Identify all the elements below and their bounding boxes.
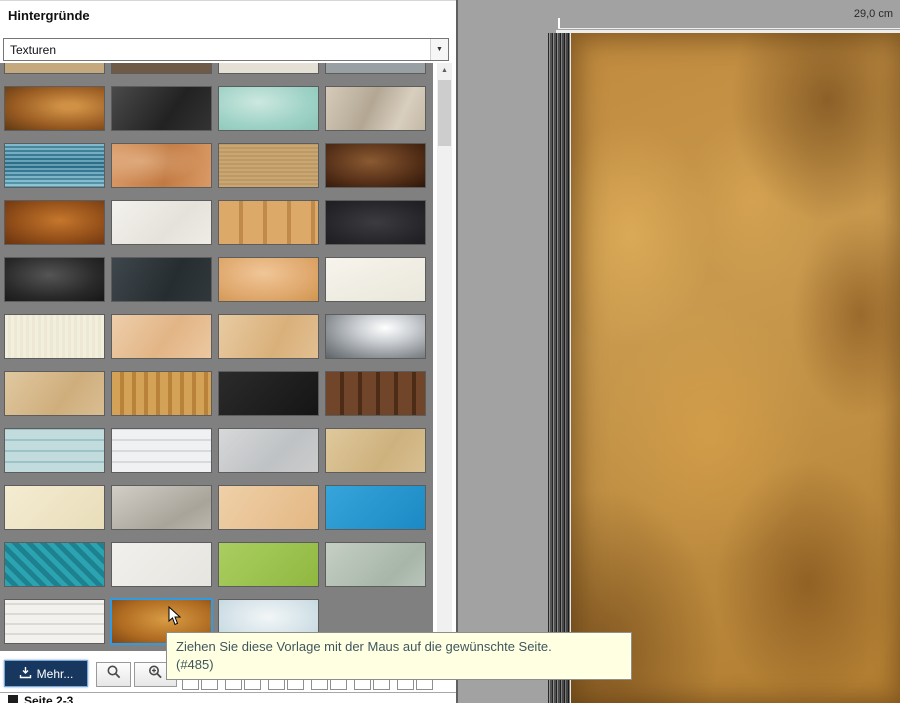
ruler-tick [558, 18, 560, 28]
texture-swatch-aqua-plaster[interactable] [219, 87, 318, 130]
texture-swatch-black-speckled[interactable] [326, 201, 425, 244]
texture-swatch-crumpled-paper[interactable] [326, 87, 425, 130]
mouse-cursor [168, 606, 182, 631]
texture-swatch-charcoal-slate[interactable] [112, 258, 211, 301]
texture-swatch-blue-wood-planks[interactable] [5, 429, 104, 472]
texture-swatch-white-planks[interactable] [5, 600, 104, 643]
book-spine-pages [548, 33, 570, 703]
texture-swatch-burlap-linen[interactable] [219, 144, 318, 187]
texture-swatch-khaki-canvas[interactable] [326, 429, 425, 472]
texture-swatch-silver-metal-shine[interactable] [326, 315, 425, 358]
texture-swatch-dark-wood-grain[interactable] [326, 372, 425, 415]
texture-swatch-bright-blue[interactable] [326, 486, 425, 529]
texture-swatch-corroded-rust[interactable] [5, 201, 104, 244]
texture-swatch-parchment-tan[interactable] [219, 315, 318, 358]
texture-swatch-white-paper[interactable] [112, 201, 211, 244]
more-button[interactable]: Mehr... [4, 660, 88, 687]
texture-swatch-partial-light[interactable] [219, 63, 318, 73]
scrollbar-thumb[interactable] [438, 80, 451, 146]
drag-hint-tooltip: Ziehen Sie diese Vorlage mit der Maus au… [166, 632, 632, 680]
chevron-down-icon[interactable]: ▼ [430, 39, 448, 60]
texture-swatch-teal-woven[interactable] [5, 543, 104, 586]
texture-swatch-ivory-canvas[interactable] [5, 315, 104, 358]
texture-swatch-worn-orange-script[interactable] [112, 144, 211, 187]
backgrounds-panel: Hintergründe Texturen ▼ ▲ ▼ Mehr... Seit… [0, 0, 456, 703]
texture-swatch-cream-smooth[interactable] [326, 258, 425, 301]
horizontal-ruler [558, 28, 900, 29]
texture-swatch-brushed-blue-metal[interactable] [5, 144, 104, 187]
texture-swatch-partial-tan[interactable] [5, 63, 104, 73]
texture-swatch-tan-parchment[interactable] [219, 258, 318, 301]
ruler-width-label: 29,0 cm [854, 8, 893, 20]
panel-title: Hintergründe [8, 8, 90, 23]
download-icon [19, 666, 32, 682]
texture-swatch-gray-concrete[interactable] [219, 429, 318, 472]
grid-scrollbar[interactable]: ▲ ▼ [437, 63, 452, 651]
texture-swatch-gray-plaster[interactable] [112, 486, 211, 529]
texture-swatch-lime-green[interactable] [219, 543, 318, 586]
texture-swatch-white-wood-planks[interactable] [112, 429, 211, 472]
texture-swatch-orange-wood-vertical[interactable] [112, 372, 211, 415]
texture-grid [5, 87, 425, 643]
magnifier-icon [106, 664, 122, 685]
texture-swatch-flat-black[interactable] [219, 372, 318, 415]
scroll-up-icon[interactable]: ▲ [437, 63, 452, 78]
zoom-out-button[interactable] [96, 662, 131, 687]
texture-swatch-rust-grunge[interactable] [5, 87, 104, 130]
tooltip-line1: Ziehen Sie diese Vorlage mit der Maus au… [176, 638, 622, 656]
texture-swatch-peach-smooth[interactable] [219, 486, 318, 529]
page-workspace: 29,0 cm [458, 0, 900, 703]
texture-swatch-dark-grunge[interactable] [5, 258, 104, 301]
texture-grid-region [0, 63, 433, 651]
clipped-bottom-label: Seite 2-3 [24, 695, 73, 703]
bottom-divider [0, 692, 456, 693]
texture-grid-partial-row [5, 63, 425, 73]
texture-swatch-partial-gray[interactable] [326, 63, 425, 73]
texture-swatch-pale-yellow[interactable] [5, 486, 104, 529]
magnifier-plus-icon [147, 664, 164, 685]
texture-swatch-off-white[interactable] [112, 543, 211, 586]
category-dropdown-value: Texturen [4, 43, 430, 57]
texture-swatch-sage-green[interactable] [326, 543, 425, 586]
clipped-bottom-content: Seite 2-3 [8, 695, 448, 703]
tooltip-line2: (#485) [176, 656, 622, 674]
texture-swatch-light-wood-planks[interactable] [219, 201, 318, 244]
page-icon [8, 695, 18, 703]
more-button-label: Mehr... [37, 667, 74, 681]
category-dropdown[interactable]: Texturen ▼ [3, 38, 449, 61]
texture-swatch-beige-texture[interactable] [5, 372, 104, 415]
page-preview[interactable] [570, 33, 900, 703]
texture-swatch-partial-brown[interactable] [112, 63, 211, 73]
texture-swatch-peach-plaster[interactable] [112, 315, 211, 358]
texture-swatch-dark-leather[interactable] [326, 144, 425, 187]
texture-swatch-black-slate[interactable] [112, 87, 211, 130]
